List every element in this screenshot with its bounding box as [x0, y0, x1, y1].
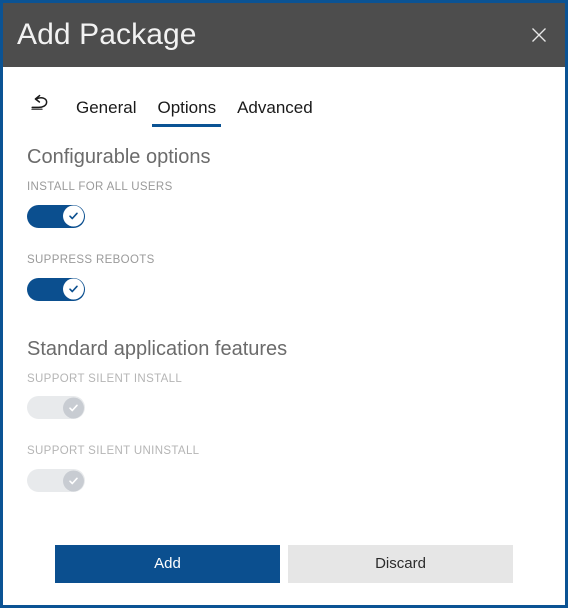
dialog-body: General Options Advanced Configurable op…	[3, 67, 565, 605]
dialog-titlebar: Add Package	[3, 3, 565, 67]
option-row-install-for-all-users: INSTALL FOR ALL USERS	[27, 181, 541, 228]
discard-button[interactable]: Discard	[288, 545, 513, 583]
option-label-support-silent-install: SUPPORT SILENT INSTALL	[27, 372, 183, 385]
add-package-dialog: Add Package General Options Advanced Con…	[0, 0, 568, 608]
option-row-support-silent-uninstall: SUPPORT SILENT UNINSTALL	[27, 445, 541, 493]
toggle-knob	[63, 397, 84, 419]
check-icon	[69, 285, 78, 293]
option-row-suppress-reboots: SUPPRESS REBOOTS	[27, 254, 541, 301]
option-label-support-silent-uninstall: SUPPORT SILENT UNINSTALL	[27, 445, 200, 458]
options-content: Configurable options INSTALL FOR ALL USE…	[3, 127, 565, 493]
back-button[interactable]	[27, 89, 53, 127]
tab-advanced[interactable]: Advanced	[230, 99, 320, 127]
toggle-install-for-all-users[interactable]	[27, 204, 85, 228]
tab-strip: General Options Advanced	[3, 81, 565, 127]
dialog-title: Add Package	[17, 18, 197, 51]
option-row-support-silent-install: SUPPORT SILENT INSTALL	[27, 373, 541, 420]
option-label-suppress-reboots: SUPPRESS REBOOTS	[27, 253, 155, 266]
toggle-support-silent-install[interactable]	[27, 396, 85, 420]
dialog-footer: Add Discard	[3, 545, 565, 583]
add-button[interactable]: Add	[55, 545, 280, 583]
option-label-install-for-all-users: INSTALL FOR ALL USERS	[27, 181, 173, 193]
section-heading-standard-application-features: Standard application features	[27, 337, 288, 360]
toggle-knob	[63, 278, 84, 300]
close-icon	[532, 28, 546, 42]
toggle-support-silent-uninstall[interactable]	[27, 469, 85, 493]
toggle-suppress-reboots[interactable]	[27, 277, 85, 301]
tab-options[interactable]: Options	[150, 99, 223, 127]
toggle-knob	[63, 470, 84, 492]
check-icon	[69, 212, 78, 220]
close-button[interactable]	[513, 3, 565, 67]
undo-arrow-icon	[31, 94, 48, 110]
check-icon	[69, 477, 78, 484]
check-icon	[69, 404, 78, 412]
tab-general[interactable]: General	[69, 99, 143, 127]
section-heading-configurable-options: Configurable options	[27, 146, 211, 168]
toggle-knob	[63, 205, 84, 227]
